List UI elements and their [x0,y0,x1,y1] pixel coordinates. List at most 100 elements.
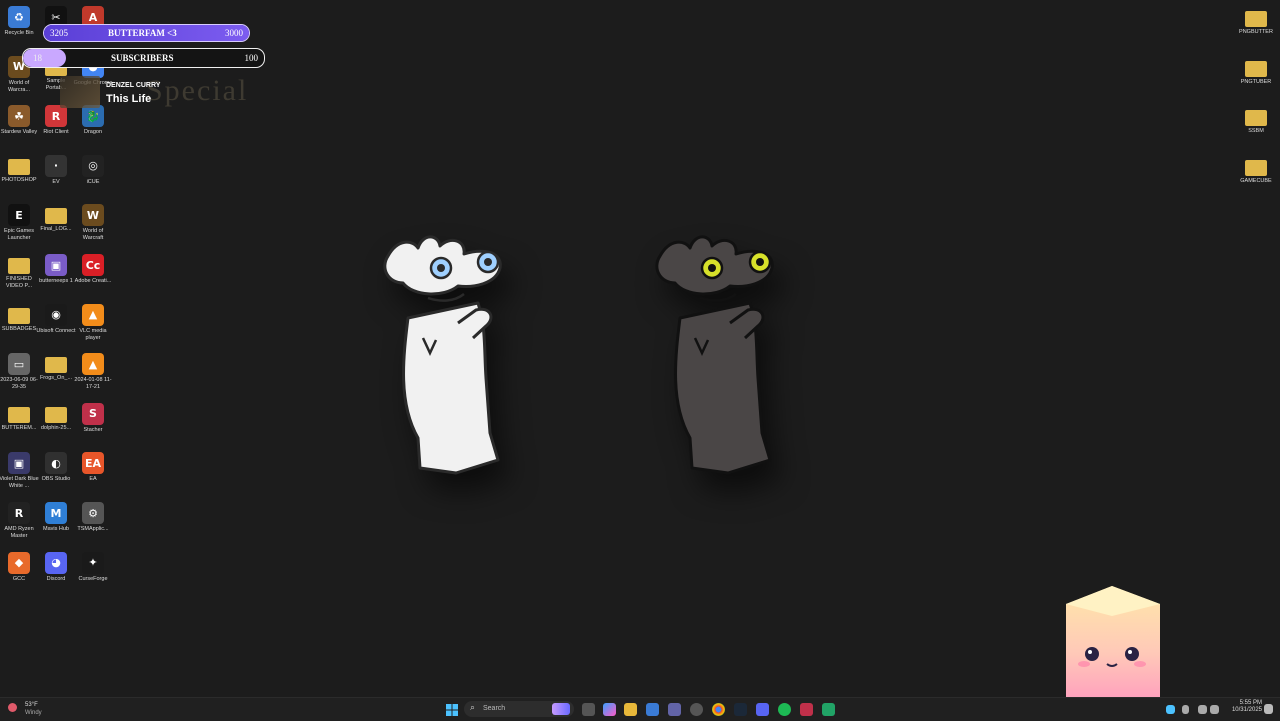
onedrive-sync-icon[interactable] [1166,705,1175,714]
desktop-icon-label: Adobe Creati... [74,278,112,284]
desktop-icon[interactable]: S Stacher [74,401,112,441]
desktop-icon[interactable]: ⚙ TSMApplic... [74,500,112,540]
desktop-icon[interactable]: · EV [37,153,75,193]
windows-logo-icon [446,704,458,716]
folder-icon [45,357,67,374]
desktop-icon-label: butterneeps 1 [39,278,73,284]
file-explorer-icon[interactable] [624,703,637,716]
weather-condition: Windy [25,710,42,716]
desktop-icon-label: GAMECUBE [1240,177,1272,184]
steam-icon[interactable] [734,703,747,716]
desktop-icon[interactable]: FINISHED VIDEO P... [0,252,38,292]
desktop-icon-label: AMD Ryzen Master [4,526,34,539]
taskbar-search[interactable]: ⌕ Search [464,701,574,717]
video-file-icon: ▭ [8,353,30,376]
stacher-icon: S [82,402,104,425]
task-view-icon[interactable] [582,703,595,716]
weather-temp: 53°F [25,702,38,708]
discord-taskbar-icon[interactable] [756,703,769,716]
desktop-icon-label: BUTTEREM... [1,424,37,431]
desktop-icon[interactable]: ✦ CurseForge [74,550,112,590]
desktop-icon[interactable]: dolphin-25... [37,401,75,441]
settings-icon[interactable] [690,703,703,716]
desktop-icon-label: Stacher [83,426,103,433]
folder-icon [45,406,67,423]
desktop-icon[interactable]: ◎ iCUE [74,153,112,193]
folder-icon [8,406,30,423]
gcc-icon: ◆ [8,551,30,574]
spreadsheet-icon[interactable] [822,703,835,716]
desktop-icon[interactable]: Cc Adobe Creati... [74,252,112,292]
desktop-icon-label: VLC media player [79,327,107,341]
desktop-icon[interactable]: ▲ VLC media player [74,302,112,342]
desktop-icon[interactable]: ▭ 2023-06-09 06-29-35 [0,351,38,391]
desktop-icon-label: Riot Client [43,129,69,136]
pinned-app-icon[interactable] [800,703,813,716]
follower-goal-bar: 3205 BUTTERFAM <3 3000 [43,24,250,42]
microsoft-store-icon[interactable] [646,703,659,716]
desktop-icon-label: EV [52,178,60,185]
desktop-icon[interactable]: ☘ Stardew Valley [0,103,38,143]
folder-icon [1245,60,1267,77]
weather-widget[interactable]: 53°F Windy [8,700,68,720]
desktop-icon[interactable]: ▣ Violet Dark Blue White ... [0,450,39,490]
now-playing-widget: Special DENZEL CURRY This Life [60,74,246,114]
desktop-icon-label: TSMApplic... [77,526,109,532]
mic-icon[interactable] [1182,705,1189,714]
desktop-icon[interactable]: ◕ Discord [37,550,75,590]
clock-date: 10/31/2025 [1231,707,1262,713]
desktop-icon[interactable]: W World of Warcraft [74,202,112,242]
folder-icon [1245,159,1267,176]
copilot-icon[interactable] [603,703,616,716]
recycle-bin-icon: ♻ [8,6,30,28]
desktop-icon-label: Mavis Hub [43,526,69,532]
desktop-icon[interactable]: ◉ Ubisoft Connect [36,302,76,342]
notification-bell-icon[interactable] [1264,704,1273,714]
desktop-icon[interactable]: Final_LOG... [37,202,75,242]
weather-icon [8,703,17,712]
clock-time: 5:55 PM [1239,700,1262,706]
desktop-icon[interactable]: ◆ GCC [0,550,38,590]
network-icon[interactable] [1198,705,1207,714]
desktop-icon[interactable]: BUTTEREM... [0,401,38,441]
clock[interactable]: 5:55 PM 10/31/2025 [1222,700,1262,720]
desktop-icon[interactable]: SSBM [1237,104,1275,144]
desktop-icon[interactable]: GAMECUBE [1237,154,1275,194]
desktop-icon[interactable]: R AMD Ryzen Master [0,500,38,540]
desktop-icon[interactable]: E Epic Games Launcher [0,202,38,242]
chrome-taskbar-icon[interactable] [712,703,725,716]
desktop-icon-label: Final_LOG... [40,226,72,233]
teams-icon[interactable] [668,703,681,716]
desktop-icon-label: dolphin-25... [40,424,72,431]
vlc-icon: ▲ [82,353,104,376]
desktop-icon[interactable]: ♻ Recycle Bin [0,4,38,44]
desktop-icon-label: Epic Games Launcher [4,228,34,242]
spotify-icon[interactable] [778,703,791,716]
folder-icon [1245,11,1267,27]
desktop-icon[interactable]: PNGTUBER [1237,55,1275,95]
desktop-icon[interactable]: PHOTOSHOP [0,153,38,193]
sub-goal-target: 100 [244,53,259,63]
desktop-icon[interactable]: ◐ OBS Studio [37,450,75,490]
desktop-icon[interactable]: Frogs_On_... [37,351,75,391]
desktop-icon[interactable]: ▣ butterneeps 1 [37,252,75,292]
desktop-icon[interactable]: PNGBUTTER [1237,5,1275,45]
adobe-cc-icon: Cc [82,254,104,276]
start-button[interactable] [446,703,458,716]
search-placeholder: Search [483,705,506,712]
now-playing-song: This Life [106,93,152,105]
gear-icon: ⚙ [82,502,104,524]
desktop-icon[interactable]: ▲ 2024-01-08 11-17-21 [74,351,112,391]
now-playing-tag: Special [146,74,249,107]
desktop-icon-label: Ubisoft Connect [36,327,76,334]
desktop-icon[interactable]: SUBBADGES [0,302,38,342]
volume-icon[interactable] [1210,705,1219,714]
desktop-icon[interactable]: M Mavis Hub [37,500,75,540]
desktop-icon-label: GCC [12,575,26,582]
folder-icon [8,158,30,175]
desktop-icon-label: Dragon [83,129,103,136]
follower-goal-label: BUTTERFAM <3 [108,28,177,38]
desktop-icon-label: iCUE [86,178,100,185]
desktop-icon-label: Recycle Bin [4,30,34,36]
desktop-icon[interactable]: EA EA [74,450,112,490]
